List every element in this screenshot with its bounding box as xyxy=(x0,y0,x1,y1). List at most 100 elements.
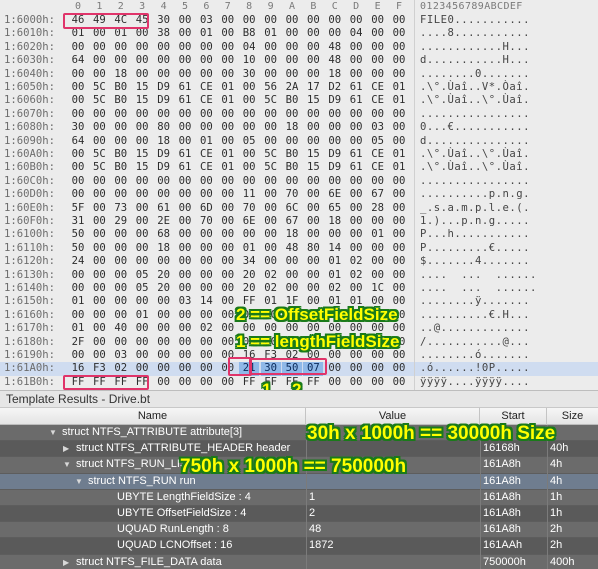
hex-byte[interactable]: 00 xyxy=(218,282,238,295)
hex-byte[interactable]: 00 xyxy=(154,322,174,335)
hex-byte[interactable]: 01 xyxy=(68,322,88,335)
hex-byte[interactable]: 00 xyxy=(196,362,216,375)
hex-byte[interactable]: 64 xyxy=(68,135,88,148)
hex-byte[interactable]: 00 xyxy=(368,376,388,389)
hex-byte[interactable]: 00 xyxy=(175,188,195,201)
hex-byte[interactable]: 5C xyxy=(261,148,281,161)
hex-byte[interactable]: 00 xyxy=(346,282,366,295)
disclosure-expanded-icon[interactable]: ▼ xyxy=(63,457,71,472)
hex-byte[interactable]: 00 xyxy=(261,202,281,215)
hex-byte[interactable]: 00 xyxy=(68,269,88,282)
hex-byte[interactable]: 61 xyxy=(346,81,366,94)
hex-byte[interactable]: 00 xyxy=(89,135,109,148)
hex-byte[interactable]: 01 xyxy=(389,148,409,161)
hex-byte[interactable]: 00 xyxy=(218,54,238,67)
hex-byte[interactable]: 01 xyxy=(132,309,152,322)
column-name[interactable]: Name xyxy=(0,408,306,425)
hex-byte[interactable]: 18 xyxy=(325,215,345,228)
hex-byte[interactable]: 00 xyxy=(196,54,216,67)
hex-byte[interactable]: 01 xyxy=(196,27,216,40)
hex-byte[interactable]: 00 xyxy=(132,27,152,40)
hex-byte[interactable]: 61 xyxy=(346,148,366,161)
hex-byte[interactable]: 03 xyxy=(368,121,388,134)
hex-byte[interactable]: 01 xyxy=(218,148,238,161)
hex-byte[interactable]: 00 xyxy=(132,188,152,201)
hex-byte[interactable]: FF xyxy=(303,376,323,389)
hex-byte[interactable]: 00 xyxy=(303,269,323,282)
hex-byte[interactable]: 00 xyxy=(68,94,88,107)
hex-byte[interactable]: 6E xyxy=(325,188,345,201)
hex-byte[interactable]: 00 xyxy=(196,68,216,81)
hex-byte[interactable]: 00 xyxy=(325,228,345,241)
hex-byte[interactable]: 61 xyxy=(346,161,366,174)
hex-byte[interactable]: 00 xyxy=(389,376,409,389)
hex-byte[interactable]: 00 xyxy=(89,215,109,228)
template-result-row[interactable]: ▶ struct NTFS_FILE_DATA data 750000h 400h xyxy=(0,554,598,569)
hex-byte[interactable]: 00 xyxy=(218,188,238,201)
hex-byte[interactable]: 01 xyxy=(239,242,259,255)
hex-row[interactable]: 1:60A0h: 00 5C B0 15 D9 61 CE 01 00 5C B0 15 D9 61 CE 01… xyxy=(0,148,598,161)
hex-byte[interactable]: B0 xyxy=(111,81,131,94)
hex-byte[interactable]: 00 xyxy=(196,376,216,389)
hex-byte[interactable]: 00 xyxy=(261,228,281,241)
hex-byte[interactable]: 48 xyxy=(282,242,302,255)
hex-byte[interactable]: B0 xyxy=(282,161,302,174)
hex-byte[interactable]: 18 xyxy=(282,121,302,134)
hex-byte[interactable]: 00 xyxy=(175,228,195,241)
hex-row-ascii[interactable]: .ó......!0P..... xyxy=(420,362,530,375)
hex-row-ascii[interactable]: ........ó....... xyxy=(420,349,530,362)
hex-byte[interactable]: 31 xyxy=(68,215,88,228)
hex-byte[interactable]: 61 xyxy=(175,148,195,161)
hex-byte[interactable]: 02 xyxy=(346,255,366,268)
hex-byte[interactable]: 00 xyxy=(325,362,345,375)
hex-row[interactable]: 1:6030h: 64 00 00 00 00 00 00 00 10 00 00 00 48 00 00 00… xyxy=(0,54,598,67)
hex-byte[interactable]: 01 xyxy=(196,135,216,148)
hex-byte[interactable]: 00 xyxy=(196,242,216,255)
hex-row-ascii[interactable]: _.s.a.m.p.l.e.(. xyxy=(420,202,530,215)
hex-byte[interactable]: 00 xyxy=(89,336,109,349)
hex-byte[interactable]: 5C xyxy=(89,94,109,107)
hex-byte[interactable]: 00 xyxy=(218,295,238,308)
hex-row[interactable]: 1:60F0h: 31 00 29 00 2E 00 70 00 6E 00 67 00 18 00 00 00… xyxy=(0,215,598,228)
hex-byte[interactable]: 01 xyxy=(261,27,281,40)
hex-byte[interactable]: 00 xyxy=(175,309,195,322)
hex-byte[interactable]: 00 xyxy=(368,242,388,255)
hex-byte[interactable]: CE xyxy=(196,94,216,107)
hex-byte[interactable]: 00 xyxy=(303,202,323,215)
hex-byte[interactable]: D2 xyxy=(325,81,345,94)
hex-byte[interactable]: 00 xyxy=(325,175,345,188)
hex-row[interactable]: 1:6130h: 00 00 00 05 20 00 00 00 20 02 00 00 01 02 00 00… xyxy=(0,269,598,282)
hex-byte[interactable]: 00 xyxy=(175,336,195,349)
hex-row[interactable]: 1:60C0h: 00 00 00 00 00 00 00 00 00 00 00 00 00 00 00 00… xyxy=(0,175,598,188)
hex-byte[interactable]: 00 xyxy=(132,295,152,308)
hex-byte[interactable]: B0 xyxy=(111,161,131,174)
hex-row-ascii[interactable]: ..@............. xyxy=(420,322,530,335)
hex-byte[interactable]: 00 xyxy=(89,27,109,40)
hex-row-ascii[interactable]: .... ... ...... xyxy=(420,269,537,282)
hex-byte[interactable]: 00 xyxy=(111,54,131,67)
hex-byte[interactable]: 61 xyxy=(175,94,195,107)
hex-byte[interactable]: 00 xyxy=(389,121,409,134)
hex-byte[interactable]: 00 xyxy=(175,41,195,54)
hex-byte[interactable]: 00 xyxy=(239,228,259,241)
hex-byte[interactable]: 01 xyxy=(218,94,238,107)
hex-byte[interactable]: 00 xyxy=(175,269,195,282)
hex-byte[interactable]: 00 xyxy=(261,41,281,54)
hex-byte[interactable]: 00 xyxy=(89,54,109,67)
hex-byte[interactable]: 00 xyxy=(303,27,323,40)
hex-byte[interactable]: 00 xyxy=(282,135,302,148)
hex-row[interactable]: 1:6040h: 00 00 18 00 00 00 00 00 30 00 00 00 18 00 00 00… xyxy=(0,68,598,81)
hex-byte[interactable]: 00 xyxy=(154,362,174,375)
hex-byte[interactable]: 61 xyxy=(154,202,174,215)
disclosure-expanded-icon[interactable]: ▼ xyxy=(49,425,57,440)
hex-byte[interactable]: D9 xyxy=(154,81,174,94)
hex-byte[interactable]: 00 xyxy=(218,255,238,268)
hex-byte[interactable]: 00 xyxy=(154,175,174,188)
hex-byte[interactable]: 03 xyxy=(111,349,131,362)
hex-byte[interactable]: 16 xyxy=(68,362,88,375)
hex-byte[interactable]: 01 xyxy=(368,228,388,241)
hex-byte[interactable]: 00 xyxy=(303,228,323,241)
hex-byte[interactable]: 00 xyxy=(346,41,366,54)
hex-byte[interactable]: 00 xyxy=(368,255,388,268)
hex-byte[interactable]: 00 xyxy=(111,242,131,255)
